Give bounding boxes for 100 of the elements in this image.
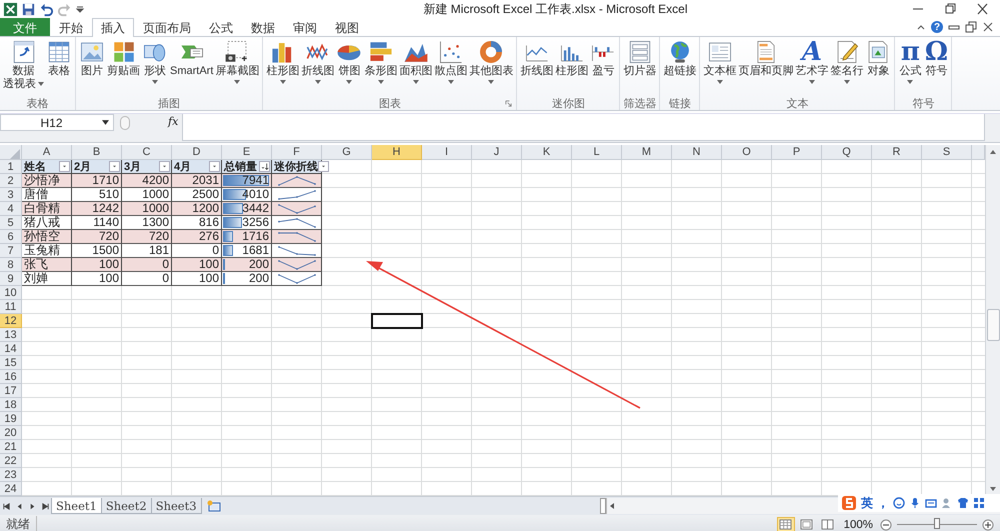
excel-logo-icon[interactable] [3, 2, 18, 16]
insert-function-button[interactable]: fx [168, 115, 178, 129]
ribbon-button[interactable]: 形状 [141, 37, 169, 96]
close-icon[interactable] [982, 21, 994, 33]
row-header[interactable]: 16 [0, 370, 22, 384]
column-header[interactable]: K [522, 145, 572, 160]
ribbon-button[interactable]: 超链接 [662, 37, 698, 96]
ribbon-tab[interactable]: 页面布局 [134, 18, 200, 36]
row-header[interactable]: 24 [0, 482, 22, 496]
zoom-out-icon[interactable] [880, 518, 892, 530]
ribbon-button[interactable]: 折线图 [519, 37, 554, 96]
column-header[interactable]: N [672, 145, 722, 160]
keyboard-icon[interactable] [925, 497, 937, 509]
previous-sheet-icon[interactable] [15, 502, 24, 510]
next-sheet-icon[interactable] [28, 502, 37, 510]
ribbon-button[interactable]: 图片 [78, 37, 106, 96]
ribbon-button[interactable]: 签名行 [829, 37, 864, 96]
row-header[interactable]: 14 [0, 342, 22, 356]
insert-sheet-icon[interactable] [206, 500, 222, 512]
row-header[interactable]: 11 [0, 300, 22, 314]
column-header[interactable]: L [572, 145, 622, 160]
column-header[interactable]: C [122, 145, 172, 160]
ribbon-button[interactable]: 饼图 [335, 37, 364, 96]
ribbon-tab[interactable]: 插入 [92, 18, 134, 37]
microphone-icon[interactable] [909, 497, 921, 509]
row-header[interactable]: 17 [0, 384, 22, 398]
vertical-scrollbar[interactable] [985, 145, 1000, 496]
save-icon[interactable] [21, 2, 36, 16]
row-header[interactable]: 13 [0, 328, 22, 342]
ribbon-button[interactable]: 页眉和页脚 [737, 37, 794, 96]
row-header[interactable]: 3 [0, 188, 22, 202]
row-header[interactable]: 2 [0, 174, 22, 188]
name-box[interactable]: H12 [0, 114, 114, 131]
row-header[interactable]: 22 [0, 454, 22, 468]
grid-icon[interactable] [973, 497, 985, 509]
ribbon-button[interactable]: 条形图 [363, 37, 398, 96]
zoom-slider-thumb[interactable] [934, 518, 940, 529]
ribbon-button[interactable]: 文本框 [702, 37, 738, 96]
column-header[interactable]: I [422, 145, 472, 160]
column-header[interactable]: G [322, 145, 372, 160]
column-header[interactable]: M [622, 145, 672, 160]
column-header[interactable]: D [172, 145, 222, 160]
ribbon-button[interactable]: 柱形图 [554, 37, 590, 96]
ribbon-button[interactable]: 剪贴画 [106, 37, 141, 96]
column-header[interactable]: R [872, 145, 922, 160]
ribbon-button[interactable]: SmartArt [169, 37, 214, 96]
shirt-icon[interactable] [957, 497, 969, 509]
column-header[interactable]: B [72, 145, 122, 160]
formula-input-field[interactable] [182, 114, 985, 141]
help-button[interactable]: ? [931, 21, 943, 33]
ribbon-button[interactable]: 屏幕截图 [214, 37, 260, 96]
row-header[interactable]: 19 [0, 412, 22, 426]
row-header[interactable]: 10 [0, 286, 22, 300]
ribbon-button[interactable]: 盈亏 [589, 37, 618, 96]
row-header[interactable]: 20 [0, 426, 22, 440]
column-header[interactable]: P [772, 145, 822, 160]
ribbon-tab[interactable]: 数据 [242, 18, 284, 36]
split-handle[interactable] [600, 498, 606, 514]
column-header[interactable]: Q [822, 145, 872, 160]
row-header[interactable]: 7 [0, 244, 22, 258]
ribbon-tab[interactable]: 视图 [326, 18, 368, 36]
row-header[interactable]: 18 [0, 398, 22, 412]
last-sheet-icon[interactable] [41, 502, 50, 510]
ribbon-button[interactable]: 切片器 [622, 37, 658, 96]
ribbon-button[interactable]: A 艺术字 [794, 37, 830, 96]
column-header[interactable]: F [272, 145, 322, 160]
undo-icon[interactable] [39, 2, 54, 16]
column-header[interactable]: O [722, 145, 772, 160]
row-header[interactable]: 5 [0, 216, 22, 230]
scrollbar-thumb[interactable] [986, 309, 1000, 341]
ribbon-button[interactable]: 柱形图 [265, 37, 300, 96]
punctuation-button[interactable]: ， [877, 494, 889, 512]
row-header[interactable]: 6 [0, 230, 22, 244]
filter-button[interactable] [259, 161, 270, 172]
ribbon-button[interactable]: 对象 [864, 37, 892, 96]
row-header[interactable]: 4 [0, 202, 22, 216]
ribbon-button[interactable]: Ω 符号 [923, 37, 950, 96]
sheet-tab[interactable]: Sheet2 [100, 498, 152, 514]
ribbon-button[interactable]: 散点图 [433, 37, 468, 96]
ribbon-tab[interactable]: 公式 [200, 18, 242, 36]
row-header[interactable]: 23 [0, 468, 22, 482]
ime-logo-icon[interactable] [841, 495, 857, 511]
column-header[interactable]: J [472, 145, 522, 160]
sheet-tab[interactable]: Sheet1 [51, 498, 102, 514]
restore-icon[interactable] [965, 21, 977, 33]
row-header[interactable]: 9 [0, 272, 22, 286]
row-header[interactable]: 12 [0, 314, 22, 328]
first-sheet-icon[interactable] [2, 502, 11, 510]
row-header[interactable]: 15 [0, 356, 22, 370]
row-header[interactable]: 1 [0, 160, 22, 174]
row-header[interactable]: 8 [0, 258, 22, 272]
ribbon-tab[interactable]: 审阅 [284, 18, 326, 36]
row-header[interactable]: 21 [0, 440, 22, 454]
ribbon-button[interactable]: 表格 [45, 37, 73, 96]
ribbon-button[interactable]: 其他图表 [468, 37, 514, 96]
ribbon-button[interactable]: 折线图 [300, 37, 336, 96]
input-mode-button[interactable]: 英 [861, 494, 873, 512]
zoom-level[interactable]: 100% [844, 518, 873, 530]
resize-grip[interactable] [120, 116, 130, 130]
dialog-launcher-icon[interactable] [505, 100, 512, 107]
